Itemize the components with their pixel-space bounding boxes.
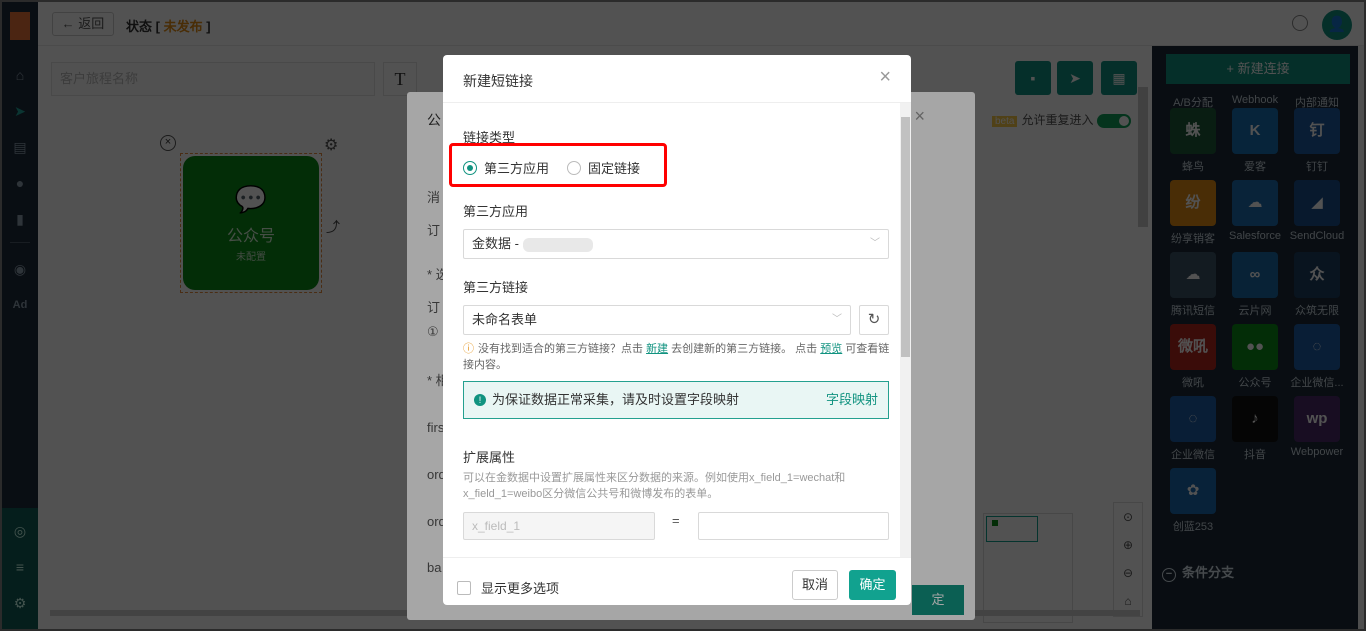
link-hint: ⓘ 没有找到适合的第三方链接？点击 新建 去创建新的第三方链接。 点击 预览 可查…	[463, 341, 891, 373]
show-more-label: 显示更多选项	[481, 581, 560, 596]
radio-unchecked-icon	[567, 161, 581, 175]
show-more-checkbox[interactable]: 显示更多选项	[457, 578, 559, 597]
hint-mid: 去创建新的第三方链接。 点击	[671, 343, 818, 355]
third-link-label: 第三方链接	[463, 280, 529, 295]
confirm-button[interactable]: 确定	[849, 570, 896, 600]
hint-prefix: 没有找到适合的第三方链接？点击	[478, 343, 643, 355]
app-window: ⌂ ➤ ▤ ● ▮ ◉ Ad ◎ ≡ ⚙ ← 返回 状态 [ 未发布 ] 👤 客…	[0, 0, 1366, 631]
chevron-down-icon: ﹀	[870, 238, 880, 249]
redacted-text	[522, 237, 593, 252]
radio-third-party[interactable]: 第三方应用	[463, 158, 549, 177]
modal-scroll-thumb[interactable]	[901, 117, 910, 357]
radio-fixed-link[interactable]: 固定链接	[567, 158, 640, 177]
third-app-select[interactable]: 金数据 - ﹀	[463, 229, 889, 259]
modal-footer: 显示更多选项 取消 确定	[443, 557, 911, 605]
refresh-icon[interactable]: ↻	[859, 305, 889, 335]
close-icon[interactable]: ×	[879, 67, 891, 87]
third-link-value: 未命名表单	[472, 312, 538, 327]
chevron-down-icon: ﹀	[832, 314, 842, 325]
third-link-select[interactable]: 未命名表单 ﹀	[463, 305, 851, 335]
ext-attr-label: 扩展属性	[463, 450, 516, 465]
field-mapping-link[interactable]: 字段映射	[826, 382, 878, 418]
modal-scrollbar[interactable]	[900, 103, 911, 557]
field-mapping-alert: ! 为保证数据正常采集，请及时设置字段映射 字段映射	[463, 381, 889, 419]
warning-icon: ⓘ	[463, 343, 474, 355]
modal-body: 链接类型 第三方应用 固定链接 第三方应用 金数据 - ﹀ 第三方链接 未命名表单…	[443, 103, 911, 557]
ext-value-input[interactable]	[698, 512, 889, 540]
modal-title: 新建短链接	[463, 73, 533, 89]
ext-attr-desc: 可以在金数据中设置扩展属性来区分数据的来源。例如使用x_field_1=wech…	[463, 472, 846, 500]
info-icon: !	[474, 394, 486, 406]
modal-header: 新建短链接 ×	[443, 55, 911, 103]
preview-link[interactable]: 预览	[820, 343, 842, 355]
third-app-value: 金数据 -	[472, 236, 519, 251]
new-short-link-modal: 新建短链接 × 链接类型 第三方应用 固定链接 第三方应用 金数据 - ﹀ 第三方…	[443, 55, 911, 605]
third-app-label: 第三方应用	[463, 204, 529, 219]
checkbox-icon[interactable]	[457, 581, 471, 595]
radio-checked-icon	[463, 161, 477, 175]
alert-text: 为保证数据正常采集，请及时设置字段映射	[492, 392, 740, 407]
ext-key-input[interactable]: x_field_1	[463, 512, 655, 540]
create-link[interactable]: 新建	[646, 343, 668, 355]
radio-label: 第三方应用	[484, 161, 550, 176]
cancel-button[interactable]: 取消	[792, 570, 838, 600]
radio-label: 固定链接	[588, 161, 641, 176]
equals-sign: =	[672, 513, 680, 528]
